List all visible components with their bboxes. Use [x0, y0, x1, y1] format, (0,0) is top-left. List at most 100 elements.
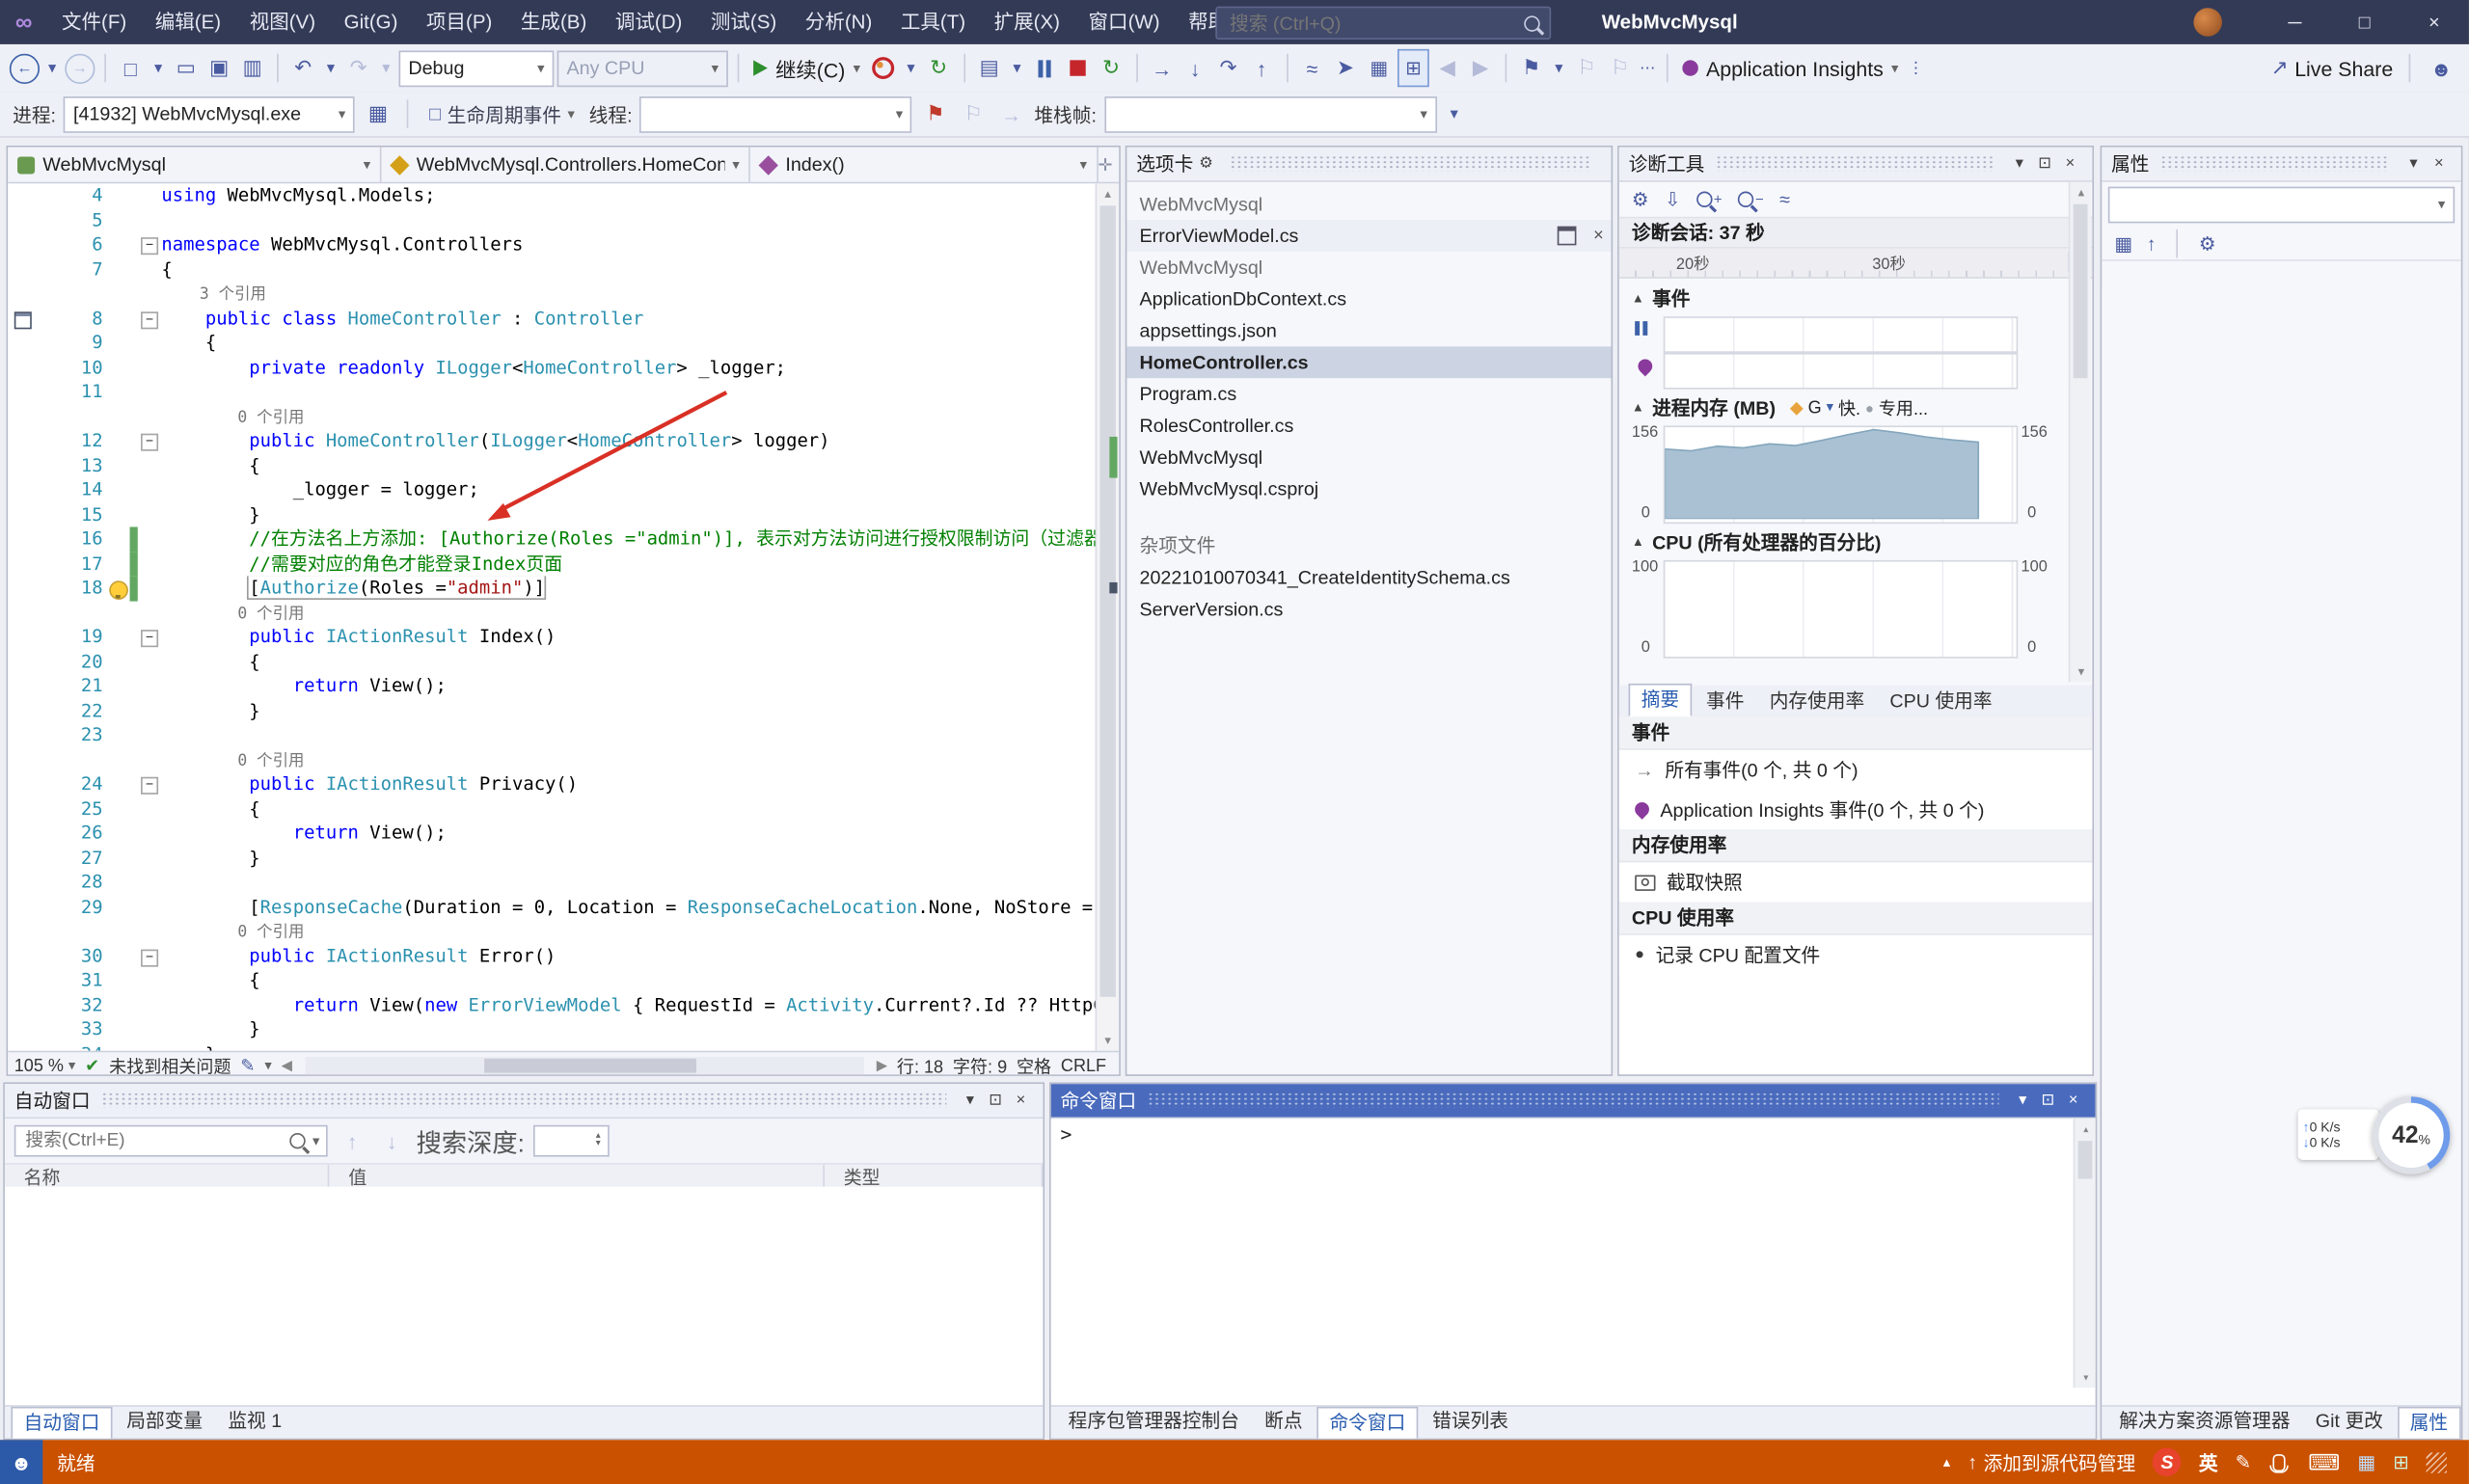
codelens-row[interactable]: 0 个引用: [8, 404, 1097, 428]
events-track[interactable]: [1664, 316, 2019, 353]
code-line[interactable]: 25 {: [8, 796, 1097, 821]
back-dropdown[interactable]: ▾: [42, 51, 62, 86]
toolbar-options[interactable]: ⋮: [1907, 51, 1926, 86]
pin-icon[interactable]: ⊡: [983, 1092, 1008, 1109]
fold-margin[interactable]: [138, 650, 162, 674]
fold-margin[interactable]: [138, 502, 162, 526]
menu-item[interactable]: 调试(D): [601, 0, 696, 44]
next-bookmark-button[interactable]: ⚐: [1605, 51, 1635, 86]
code-line[interactable]: 7{: [8, 257, 1097, 282]
fold-margin[interactable]: [138, 404, 162, 428]
fold-margin[interactable]: [138, 576, 162, 600]
fold-margin[interactable]: [138, 1042, 162, 1051]
hot-reload-dropdown[interactable]: ▾: [902, 51, 921, 86]
zoom-dropdown[interactable]: 105 % ▾: [14, 1056, 76, 1075]
sogou-skin-icon[interactable]: ▦: [2357, 1451, 2375, 1473]
scrollbar-thumb[interactable]: [1099, 205, 1115, 997]
tab-item[interactable]: 监视 1: [217, 1407, 293, 1437]
tab-item[interactable]: 事件: [1696, 687, 1755, 716]
code-line[interactable]: 26 return View();: [8, 822, 1097, 846]
collapse-region-icon[interactable]: −: [141, 434, 158, 451]
ime-mode-indicator[interactable]: 英: [2199, 1448, 2218, 1475]
zoom-in-button[interactable]: +: [1696, 192, 1723, 207]
redo-dropdown[interactable]: ▾: [377, 51, 396, 86]
autos-search-input[interactable]: [22, 1130, 285, 1152]
vs-logo-icon[interactable]: ∞: [0, 9, 47, 36]
command-window-body[interactable]: > ▴ ▾: [1051, 1119, 2096, 1388]
collapse-region-icon[interactable]: −: [141, 949, 158, 966]
code-line[interactable]: 14 _logger = logger;: [8, 478, 1097, 502]
fold-margin[interactable]: [138, 747, 162, 771]
application-insights-dropdown[interactable]: Application Insights ▾: [1677, 51, 1903, 86]
process-info-icon[interactable]: ▦: [363, 96, 393, 131]
collapse-region-icon[interactable]: −: [141, 630, 158, 647]
new-file-dropdown[interactable]: ▾: [149, 51, 168, 86]
code-line[interactable]: 8− public class HomeController : Control…: [8, 307, 1097, 331]
export-icon[interactable]: ⇩: [1665, 188, 1681, 210]
user-avatar[interactable]: [2193, 8, 2222, 37]
properties-object-dropdown[interactable]: ▾: [2108, 187, 2455, 224]
pin-icon[interactable]: ⊡: [2032, 155, 2057, 173]
fold-margin[interactable]: −: [138, 307, 162, 331]
code-line[interactable]: 5: [8, 208, 1097, 232]
chevron-down-icon[interactable]: ▾: [2401, 155, 2426, 173]
events-section-header[interactable]: ▲ 事件: [1619, 282, 2093, 314]
nav-project-dropdown[interactable]: WebMvcMysql ▾: [8, 148, 381, 182]
toolbar-overflow[interactable]: ⋯: [1638, 51, 1657, 86]
diagnostics-scrollbar[interactable]: ▴ ▾: [2069, 182, 2091, 683]
fold-margin[interactable]: [138, 993, 162, 1017]
file-item[interactable]: RolesController.cs: [1126, 410, 1611, 442]
tab-item[interactable]: 内存使用率: [1758, 687, 1875, 716]
menu-item[interactable]: 分析(N): [791, 0, 886, 44]
close-icon[interactable]: ×: [1008, 1092, 1033, 1109]
editor-horizontal-scrollbar[interactable]: [305, 1057, 863, 1074]
tab-item[interactable]: Git 更改: [2304, 1407, 2394, 1437]
fold-margin[interactable]: [138, 674, 162, 698]
gear-icon[interactable]: ⚙: [1193, 155, 1218, 173]
property-pages-icon[interactable]: ⚙: [2199, 232, 2216, 255]
zoom-out-button[interactable]: −: [1738, 192, 1764, 207]
add-collaborator-button[interactable]: ☻: [2427, 51, 2456, 86]
expand-icon[interactable]: ▴: [1943, 1453, 1950, 1471]
keep-open-icon[interactable]: [1558, 227, 1577, 246]
scroll-down-icon[interactable]: ▾: [2070, 661, 2092, 682]
sogou-ime-icon[interactable]: S: [2153, 1448, 2182, 1477]
file-item[interactable]: WebMvcMysql: [1126, 442, 1611, 473]
fold-margin[interactable]: [138, 355, 162, 379]
undo-button[interactable]: ↶: [288, 51, 318, 86]
fold-margin[interactable]: [138, 846, 162, 870]
code-area[interactable]: 4using WebMvcMysql.Models;56−namespace W…: [8, 183, 1119, 1050]
code-line[interactable]: 15 }: [8, 502, 1097, 526]
sogou-toolbox-icon[interactable]: ⊞: [2393, 1451, 2409, 1473]
fold-margin[interactable]: [138, 526, 162, 551]
close-icon[interactable]: ×: [2057, 155, 2082, 173]
fold-margin[interactable]: −: [138, 625, 162, 649]
collapse-region-icon[interactable]: −: [141, 310, 158, 328]
nav-type-dropdown[interactable]: WebMvcMysql.Controllers.HomeCon ▾: [382, 148, 751, 182]
scroll-down-icon[interactable]: ▾: [1097, 1030, 1119, 1050]
codelens-references[interactable]: 0 个引用: [161, 409, 304, 426]
collapse-region-icon[interactable]: −: [141, 237, 158, 255]
code-line[interactable]: 23: [8, 723, 1097, 747]
undo-dropdown[interactable]: ▾: [321, 51, 340, 86]
new-file-button[interactable]: □: [116, 51, 146, 86]
keyboard-icon[interactable]: ⌨: [2308, 1448, 2340, 1475]
feedback-icon[interactable]: ☻: [0, 1440, 42, 1484]
code-line[interactable]: 13 {: [8, 453, 1097, 477]
code-line[interactable]: 33 }: [8, 1017, 1097, 1041]
scroll-up-icon[interactable]: ▴: [1097, 183, 1119, 203]
tabs-panel-header[interactable]: 选项卡 ⚙: [1126, 148, 1611, 182]
step-over-button[interactable]: ↷: [1213, 51, 1243, 86]
close-tab-icon[interactable]: ×: [1586, 220, 1611, 252]
code-line[interactable]: 29 [ResponseCache(Duration = 0, Location…: [8, 895, 1097, 919]
tab-item[interactable]: 断点: [1254, 1407, 1314, 1437]
codelens-row[interactable]: 0 个引用: [8, 747, 1097, 771]
diagnostics-header[interactable]: 诊断工具 ▾ ⊡ ×: [1619, 148, 2093, 182]
fold-margin[interactable]: [138, 208, 162, 232]
categorized-icon[interactable]: ▦: [2114, 232, 2132, 255]
codelens-row[interactable]: 3 个引用: [8, 282, 1097, 306]
reset-view-icon[interactable]: ≈: [1779, 188, 1790, 210]
file-item[interactable]: appsettings.json: [1126, 315, 1611, 347]
codelens-row[interactable]: 0 个引用: [8, 601, 1097, 625]
memory-section-header[interactable]: ▲ 进程内存 (MB) ◆G ▾快. ●专用...: [1619, 391, 2093, 423]
